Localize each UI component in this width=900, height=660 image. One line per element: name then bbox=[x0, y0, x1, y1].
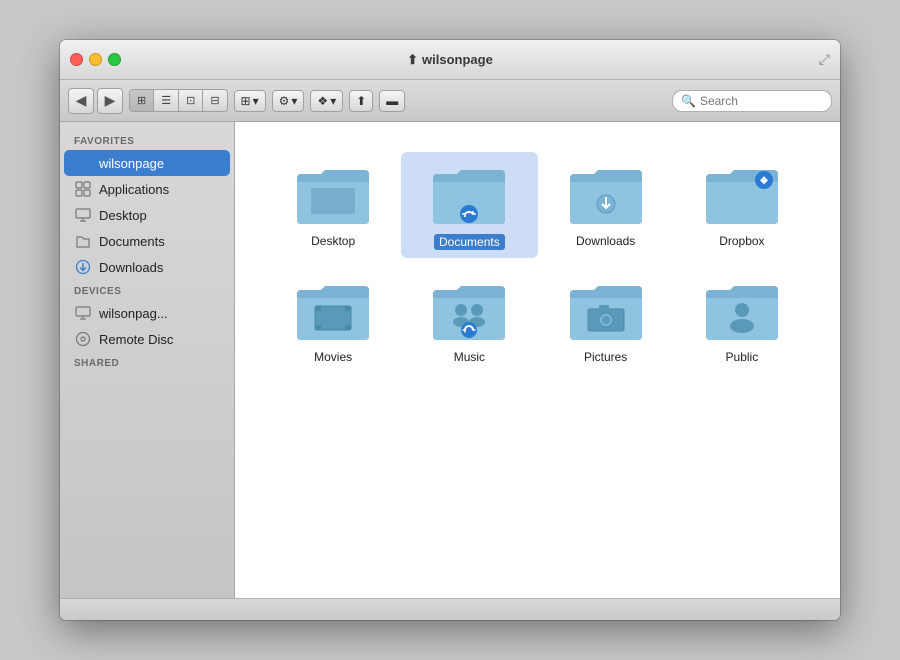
nav-group: ◀ ▶ bbox=[68, 88, 123, 114]
sidebar-label-device: wilsonpag... bbox=[99, 306, 168, 321]
sidebar-label-documents: Documents bbox=[99, 234, 165, 249]
view-list-btn[interactable]: ☰ bbox=[154, 90, 179, 111]
desktop-folder-icon bbox=[293, 160, 373, 228]
main-area: FAVORITES wilsonpage bbox=[60, 122, 840, 598]
folder-movies[interactable]: Movies bbox=[265, 268, 401, 372]
home-icon bbox=[74, 154, 92, 172]
folder-label-movies: Movies bbox=[314, 350, 352, 364]
share-icon: ⬆ bbox=[356, 94, 366, 108]
folder-label-pictures: Pictures bbox=[584, 350, 627, 364]
minimize-button[interactable] bbox=[89, 53, 102, 66]
search-box[interactable]: 🔍 bbox=[672, 90, 832, 112]
arrange-button[interactable]: ⊞ ▾ bbox=[234, 90, 266, 112]
disc-icon bbox=[74, 330, 92, 348]
dropbox-icon: ❖ bbox=[317, 94, 328, 108]
sidebar-item-wilsonpage[interactable]: wilsonpage bbox=[64, 150, 230, 176]
documents-folder-icon-wrap bbox=[429, 160, 509, 228]
folder-label-public: Public bbox=[726, 350, 759, 364]
music-folder-icon-wrap bbox=[429, 276, 509, 344]
gear-icon: ⚙ bbox=[279, 94, 290, 108]
view-buttons: ⊞ ☰ ⊡ ⊟ bbox=[129, 89, 228, 112]
sidebar-label-wilsonpage: wilsonpage bbox=[99, 156, 164, 171]
applications-icon bbox=[74, 180, 92, 198]
sidebar-label-downloads: Downloads bbox=[99, 260, 163, 275]
titlebar: ⬆ wilsonpage ⤢ bbox=[60, 40, 840, 80]
sidebar-label-remote-disc: Remote Disc bbox=[99, 332, 173, 347]
sidebar-item-device[interactable]: wilsonpag... bbox=[64, 300, 230, 326]
maximize-button[interactable] bbox=[108, 53, 121, 66]
arrange-chevron: ▾ bbox=[253, 94, 259, 108]
share-button[interactable]: ⬆ bbox=[349, 90, 373, 112]
info-icon: ▬ bbox=[386, 94, 398, 108]
folder-label-dropbox: Dropbox bbox=[719, 234, 764, 248]
sidebar-label-desktop: Desktop bbox=[99, 208, 147, 223]
folder-label-music: Music bbox=[454, 350, 485, 364]
view-column-btn[interactable]: ⊡ bbox=[179, 90, 203, 111]
dropbox-chevron: ▾ bbox=[330, 94, 336, 108]
folder-music[interactable]: Music bbox=[401, 268, 537, 372]
content-area: Desktop D bbox=[235, 122, 840, 598]
sidebar-label-applications: Applications bbox=[99, 182, 169, 197]
search-input[interactable] bbox=[700, 94, 823, 108]
folder-label-desktop: Desktop bbox=[311, 234, 355, 248]
icon-grid: Desktop D bbox=[245, 142, 830, 382]
pictures-folder-icon-wrap bbox=[566, 276, 646, 344]
folder-downloads[interactable]: Downloads bbox=[538, 152, 674, 258]
devices-label: DEVICES bbox=[60, 280, 234, 300]
folder-dropbox[interactable]: ❖ Dropbox bbox=[674, 152, 810, 258]
svg-text:❖: ❖ bbox=[759, 176, 768, 187]
finder-window: ⬆ wilsonpage ⤢ ◀ ▶ ⊞ ☰ ⊡ ⊟ ⊞ ▾ ⚙ ▾ ❖ ▾ bbox=[60, 40, 840, 620]
action-chevron: ▾ bbox=[291, 94, 297, 108]
back-button[interactable]: ◀ bbox=[68, 88, 94, 114]
desktop-icon bbox=[74, 206, 92, 224]
folder-label-documents: Documents bbox=[434, 234, 505, 250]
info-button[interactable]: ▬ bbox=[379, 90, 405, 112]
close-button[interactable] bbox=[70, 53, 83, 66]
documents-folder-icon bbox=[74, 232, 92, 250]
sidebar-item-documents[interactable]: Documents bbox=[64, 228, 230, 254]
toolbar: ◀ ▶ ⊞ ☰ ⊡ ⊟ ⊞ ▾ ⚙ ▾ ❖ ▾ ⬆ ▬ 🔍 bbox=[60, 80, 840, 122]
folder-label-downloads: Downloads bbox=[576, 234, 635, 248]
folder-pictures[interactable]: Pictures bbox=[538, 268, 674, 372]
sidebar-item-applications[interactable]: Applications bbox=[64, 176, 230, 202]
folder-documents[interactable]: Documents bbox=[401, 152, 537, 258]
folder-public[interactable]: Public bbox=[674, 268, 810, 372]
window-title: ⬆ wilsonpage bbox=[407, 52, 493, 68]
shared-label: SHARED bbox=[60, 352, 234, 372]
favorites-label: FAVORITES bbox=[60, 130, 234, 150]
resize-icon: ⤢ bbox=[819, 51, 830, 68]
sidebar-item-downloads[interactable]: Downloads bbox=[64, 254, 230, 280]
search-icon: 🔍 bbox=[681, 94, 696, 108]
view-icon-btn[interactable]: ⊞ bbox=[130, 90, 154, 111]
statusbar bbox=[60, 598, 840, 620]
public-folder-icon-wrap bbox=[702, 276, 782, 344]
title-icon: ⬆ bbox=[407, 52, 418, 68]
action-button[interactable]: ⚙ ▾ bbox=[272, 90, 305, 112]
movies-folder-icon-wrap bbox=[293, 276, 373, 344]
sidebar-item-remote-disc[interactable]: Remote Disc bbox=[64, 326, 230, 352]
view-cover-btn[interactable]: ⊟ bbox=[203, 90, 226, 111]
arrange-icon: ⊞ bbox=[241, 94, 251, 108]
downloads-icon bbox=[74, 258, 92, 276]
sidebar-item-desktop[interactable]: Desktop bbox=[64, 202, 230, 228]
device-icon bbox=[74, 304, 92, 322]
dropbox-button[interactable]: ❖ ▾ bbox=[310, 90, 343, 112]
downloads-folder-icon-wrap bbox=[566, 160, 646, 228]
dropbox-folder-icon-wrap: ❖ bbox=[702, 160, 782, 228]
folder-desktop[interactable]: Desktop bbox=[265, 152, 401, 258]
sidebar: FAVORITES wilsonpage bbox=[60, 122, 235, 598]
forward-button[interactable]: ▶ bbox=[97, 88, 123, 114]
window-controls bbox=[70, 53, 121, 66]
